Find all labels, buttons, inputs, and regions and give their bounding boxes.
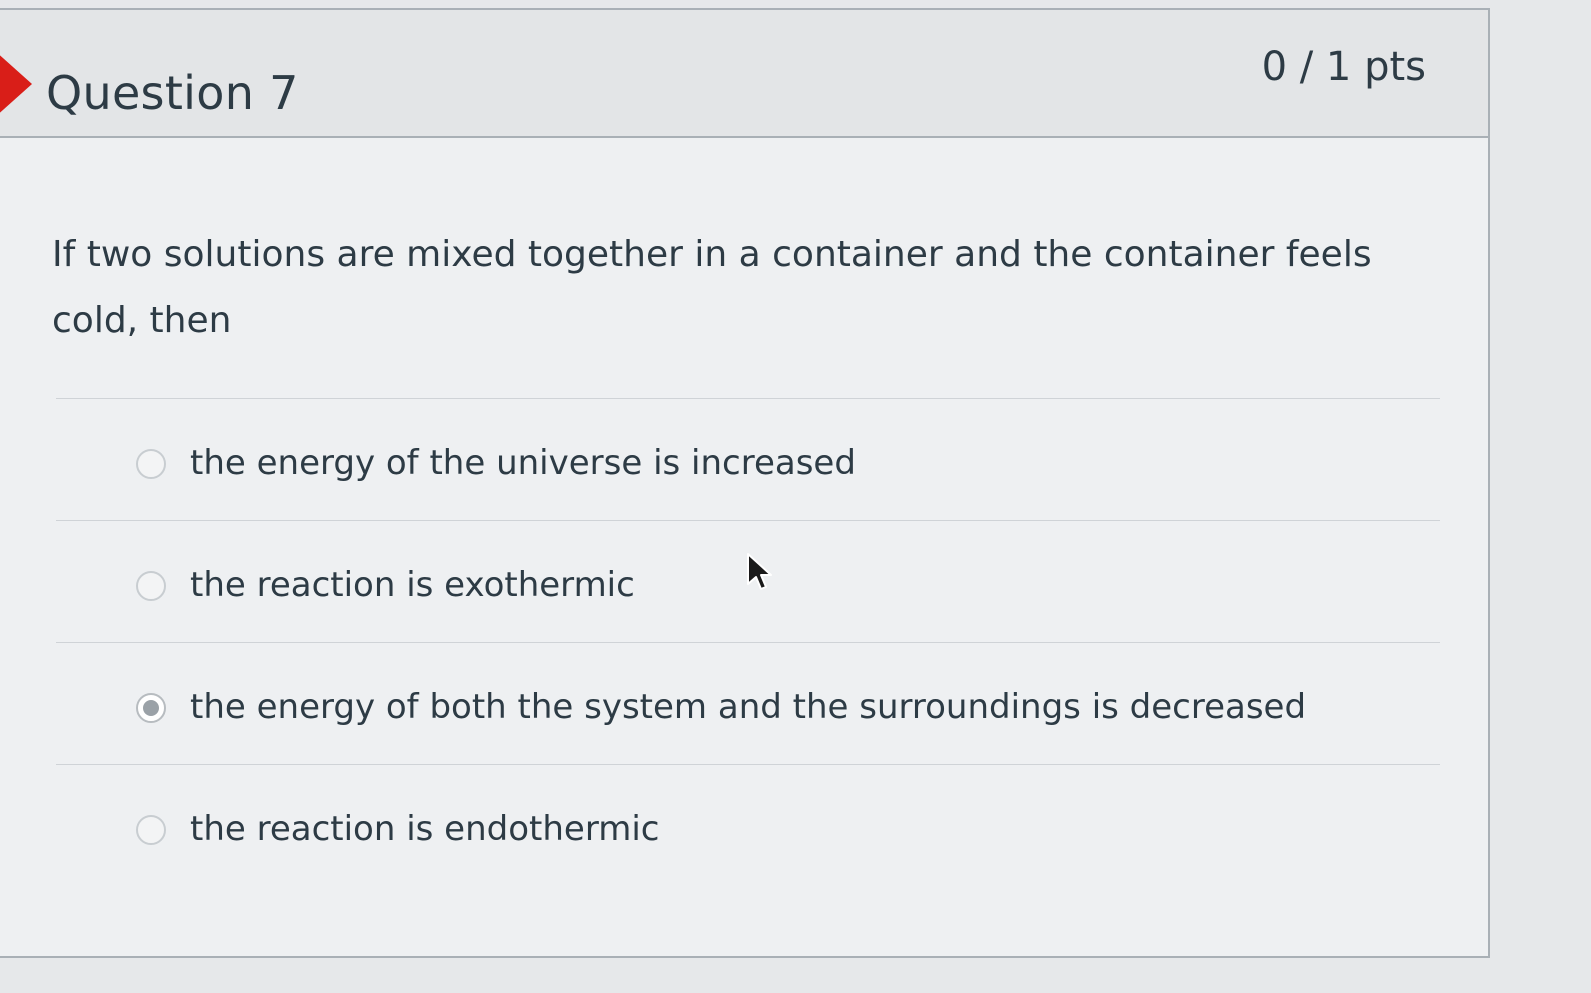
radio-button-selected[interactable] bbox=[136, 693, 166, 723]
radio-button[interactable] bbox=[136, 815, 166, 845]
answer-option[interactable]: the energy of both the system and the su… bbox=[56, 642, 1440, 764]
answer-option[interactable]: the energy of the universe is increased bbox=[56, 398, 1440, 520]
question-header: Question 7 0 / 1 pts bbox=[0, 10, 1488, 138]
answer-list: the energy of the universe is increased … bbox=[56, 398, 1440, 886]
radio-button[interactable] bbox=[136, 449, 166, 479]
radio-button[interactable] bbox=[136, 571, 166, 601]
incorrect-flag-icon bbox=[0, 50, 32, 118]
answer-label: the energy of the universe is increased bbox=[190, 443, 856, 483]
answer-label: the reaction is exothermic bbox=[190, 565, 635, 605]
answer-label: the reaction is endothermic bbox=[190, 809, 660, 849]
answer-label: the energy of both the system and the su… bbox=[190, 687, 1307, 727]
question-text: If two solutions are mixed together in a… bbox=[52, 234, 1372, 341]
question-card: Question 7 0 / 1 pts If two solutions ar… bbox=[0, 8, 1490, 958]
question-title: Question 7 bbox=[46, 66, 299, 120]
mouse-cursor-icon bbox=[747, 553, 772, 590]
answer-option[interactable]: the reaction is endothermic bbox=[56, 764, 1440, 886]
points-score: 0 / 1 pts bbox=[1261, 44, 1426, 90]
